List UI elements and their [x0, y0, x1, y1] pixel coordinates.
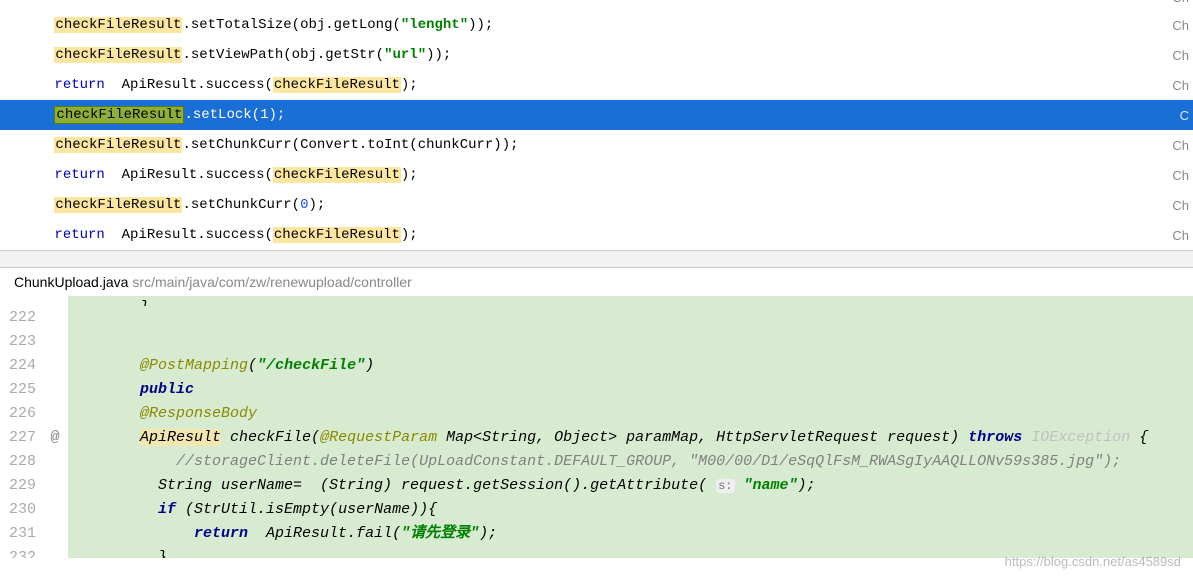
- gutter-mark: [42, 402, 68, 426]
- code-editor[interactable]: } 222 223 224 @PostMapping("/checkFile")…: [0, 296, 1193, 558]
- usages-list: CheckFileResult checkFileResult=new Chec…: [0, 0, 1193, 250]
- gutter-mark: [42, 378, 68, 402]
- usage-context: Ch: [1172, 18, 1189, 33]
- usage-context: Ch: [1172, 78, 1189, 93]
- line-number: 227: [0, 426, 42, 450]
- code-line[interactable]: [68, 330, 1193, 354]
- watermark: https://blog.csdn.net/as4589sd: [1005, 554, 1181, 569]
- gutter-mark: [42, 306, 68, 330]
- code-line[interactable]: ApiResult checkFile(@RequestParam Map<St…: [68, 426, 1193, 450]
- gutter-mark: [42, 354, 68, 378]
- gutter-mark: [42, 474, 68, 498]
- gutter-mark: [42, 450, 68, 474]
- var-ref: checkFileResult: [273, 77, 401, 93]
- gutter-mark: [42, 522, 68, 546]
- code-line[interactable]: public: [68, 378, 1193, 402]
- line-number: 231: [0, 522, 42, 546]
- usage-row[interactable]: return ApiResult.success(checkFileResult…: [0, 220, 1193, 250]
- file-path: src/main/java/com/zw/renewupload/control…: [132, 274, 411, 290]
- line-number: [0, 296, 42, 306]
- line-number: 229: [0, 474, 42, 498]
- usage-context: C: [1180, 108, 1189, 123]
- usage-context: Ch: [1172, 0, 1189, 5]
- gutter-mark: [42, 330, 68, 354]
- line-number: 223: [0, 330, 42, 354]
- usage-context: Ch: [1172, 168, 1189, 183]
- line-number: 228: [0, 450, 42, 474]
- code-line[interactable]: if (StrUtil.isEmpty(userName)){: [68, 498, 1193, 522]
- var-ref: checkFileResult: [273, 227, 401, 243]
- gutter-mark[interactable]: @: [42, 426, 68, 450]
- gutter-mark: [42, 296, 68, 306]
- code-line[interactable]: //storageClient.deleteFile(UpLoadConstan…: [68, 450, 1193, 474]
- gutter-mark: [42, 546, 68, 558]
- file-header: ChunkUpload.java src/main/java/com/zw/re…: [0, 268, 1193, 296]
- usage-context: Ch: [1172, 48, 1189, 63]
- line-number: 224: [0, 354, 42, 378]
- param-hint: s:: [716, 479, 734, 493]
- usage-context: Ch: [1172, 138, 1189, 153]
- line-number: 232: [0, 546, 42, 558]
- line-number: 225: [0, 378, 42, 402]
- line-number: 226: [0, 402, 42, 426]
- code-line[interactable]: [68, 306, 1193, 330]
- line-number: 222: [0, 306, 42, 330]
- usage-context: Ch: [1172, 198, 1189, 213]
- code-line[interactable]: String userName= (String) request.getSes…: [68, 474, 1193, 498]
- code-line[interactable]: return ApiResult.fail("请先登录");: [68, 522, 1193, 546]
- line-number: 230: [0, 498, 42, 522]
- code-line[interactable]: @PostMapping("/checkFile"): [68, 354, 1193, 378]
- usage-code: return ApiResult.success(checkFileResult…: [4, 211, 418, 259]
- gutter-mark: [42, 498, 68, 522]
- code-line[interactable]: @ResponseBody: [68, 402, 1193, 426]
- code-line[interactable]: }: [68, 296, 1193, 306]
- file-name: ChunkUpload.java: [14, 274, 128, 290]
- usage-context: Ch: [1172, 228, 1189, 243]
